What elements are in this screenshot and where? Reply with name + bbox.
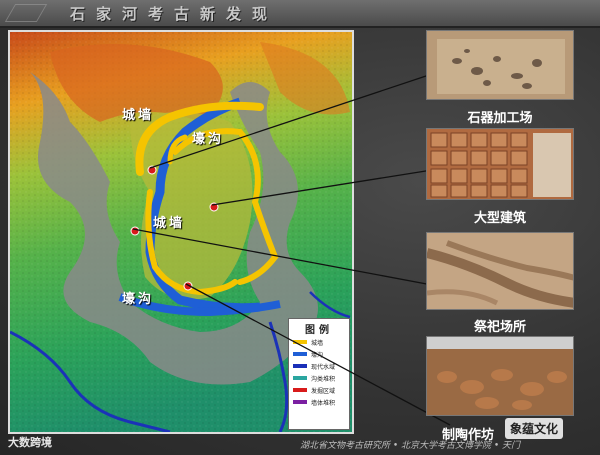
- legend-title: 图例: [305, 325, 333, 336]
- legend-swatch: [293, 340, 307, 344]
- legend-swatch: [293, 388, 307, 392]
- legend-label: 墙体堆积: [311, 399, 336, 407]
- caption-ritual-site: 祭祀场所: [473, 320, 526, 335]
- legend-row: 墙体堆积: [289, 396, 349, 408]
- watermark-right: 象蕴文化: [505, 418, 564, 439]
- title-bar: 石家河考古新发现: [0, 0, 600, 28]
- legend-row: 城墙: [289, 336, 349, 348]
- caption-large-building: 大型建筑: [473, 211, 526, 226]
- photo-ritual-site: [426, 232, 574, 310]
- legend-swatch: [293, 400, 307, 404]
- map-legend: 图例 城墙 壕沟 现代水域 沟类堆积 发掘区域 墙体堆积: [288, 318, 350, 430]
- legend-row: 沟类堆积: [289, 372, 349, 384]
- legend-swatch: [293, 364, 307, 368]
- pottery-workshop-image: [427, 337, 573, 415]
- slide-title: 石家河考古新发现: [70, 5, 279, 23]
- map-label-moat-bottom: 壕沟: [122, 292, 155, 307]
- legend-label: 现代水域: [311, 363, 336, 371]
- legend-label: 城墙: [311, 339, 324, 347]
- slide-footer: 湖北省文物考古研究所 • 北京大学考古文博学院 • 天门: [300, 441, 521, 451]
- legend-row: 壕沟: [289, 348, 349, 360]
- map-label-wall-mid: 城墙: [153, 216, 186, 231]
- photo-pottery-workshop: [426, 336, 574, 416]
- title-bar-ornament: [4, 4, 48, 22]
- slide: 石家河考古新发现 城墙 壕沟 城墙 壕沟 图例 城墙 壕沟 现代水域 沟类堆积 …: [0, 0, 600, 455]
- caption-stone-workshop: 石器加工场: [467, 111, 533, 126]
- stone-workshop-image: [427, 31, 573, 99]
- photo-large-building: [426, 128, 574, 200]
- photo-stone-workshop: [426, 30, 574, 100]
- legend-label: 壕沟: [311, 351, 324, 359]
- ritual-site-image: [427, 233, 573, 309]
- legend-row: 现代水域: [289, 360, 349, 372]
- legend-swatch: [293, 352, 307, 356]
- map-label-moat-top: 壕沟: [192, 132, 225, 147]
- map-label-wall-top: 城墙: [122, 108, 155, 123]
- legend-swatch: [293, 376, 307, 380]
- legend-row: 发掘区域: [289, 384, 349, 396]
- large-building-image: [427, 129, 573, 199]
- watermark-left: 大数跨境: [8, 436, 52, 449]
- legend-label: 沟类堆积: [311, 375, 336, 383]
- legend-label: 发掘区域: [311, 387, 336, 395]
